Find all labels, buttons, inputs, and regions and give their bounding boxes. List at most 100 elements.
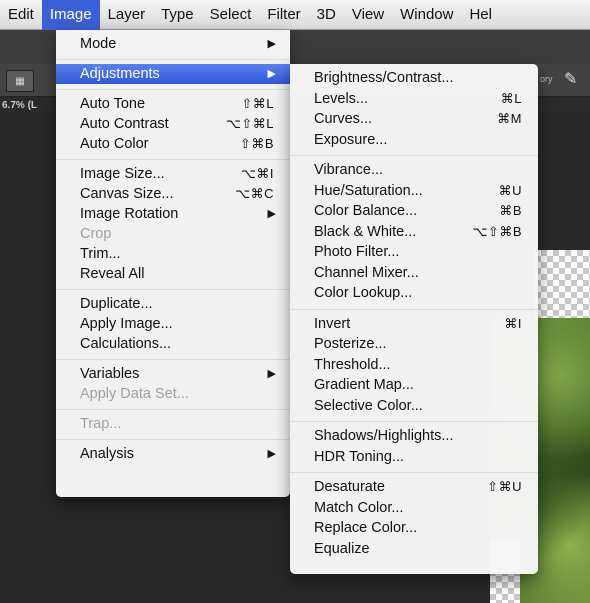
menu-item-exposure[interactable]: Exposure...	[290, 130, 538, 151]
menu-item-hdr-toning[interactable]: HDR Toning...	[290, 447, 538, 468]
menu-item-auto-contrast[interactable]: Auto Contrast ⌥⇧⌘L	[56, 114, 290, 134]
menu-item-replace-color[interactable]: Replace Color...	[290, 518, 538, 539]
menu-item-label: Photo Filter...	[314, 244, 400, 260]
menu-item-shortcut: ⌘U	[498, 182, 522, 198]
menu-item-label: Reveal All	[80, 266, 145, 282]
menu-item-label: Shadows/Highlights...	[314, 428, 454, 444]
menu-item-auto-color[interactable]: Auto Color ⇧⌘B	[56, 134, 290, 154]
menu-item-label: Apply Image...	[80, 316, 173, 332]
menubar-3d[interactable]: 3D	[309, 0, 344, 30]
menu-item-image-rotation[interactable]: Image Rotation ▶	[56, 204, 290, 224]
menu-item-gradient-map[interactable]: Gradient Map...	[290, 375, 538, 396]
menu-item-apply-data-set: Apply Data Set...	[56, 384, 290, 404]
menu-item-duplicate[interactable]: Duplicate...	[56, 294, 290, 314]
menu-item-shortcut: ⌘L	[500, 90, 522, 106]
menubar-image[interactable]: Image	[41, 0, 100, 30]
menu-item-levels[interactable]: Levels... ⌘L	[290, 89, 538, 110]
menu-item-label: Desaturate	[314, 479, 385, 495]
menu-item-color-lookup[interactable]: Color Lookup...	[290, 283, 538, 304]
menu-item-invert[interactable]: Invert ⌘I	[290, 314, 538, 335]
menu-bar: Edit Image Layer Type Select Filter 3D View Wind…	[0, 0, 590, 30]
submenu-arrow-icon: ▶	[267, 368, 276, 380]
submenu-arrow-icon: ▶	[267, 448, 276, 460]
menu-item-posterize[interactable]: Posterize...	[290, 334, 538, 355]
menubar-edit[interactable]: Edit	[0, 0, 42, 30]
menu-separator	[56, 89, 290, 90]
menu-item-photo-filter[interactable]: Photo Filter...	[290, 242, 538, 263]
menu-item-label: Hue/Saturation...	[314, 182, 423, 199]
menu-item-label: Auto Contrast	[80, 116, 169, 132]
menu-item-trim[interactable]: Trim...	[56, 244, 290, 264]
menubar-hel[interactable]: Hel	[461, 0, 500, 30]
menu-item-label: Image Rotation	[80, 206, 179, 222]
submenu-arrow-icon: ▶	[267, 208, 276, 220]
menu-separator	[56, 59, 290, 60]
menu-separator	[56, 289, 290, 290]
menu-item-vibrance[interactable]: Vibrance...	[290, 160, 538, 181]
menu-item-label: Color Lookup...	[314, 285, 413, 301]
menu-item-label: Curves...	[314, 111, 373, 127]
menu-item-shortcut: ⌥⌘I	[240, 166, 274, 181]
menu-item-label: Canvas Size...	[80, 186, 174, 202]
menu-item-shortcut: ⇧⌘B	[239, 136, 274, 151]
menu-item-reveal-all[interactable]: Reveal All	[56, 264, 290, 284]
menu-item-variables[interactable]: Variables ▶	[56, 364, 290, 384]
menu-item-channel-mixer[interactable]: Channel Mixer...	[290, 263, 538, 284]
menu-item-label: Invert	[314, 315, 351, 332]
document-tab[interactable]: 6.7% (L	[2, 100, 37, 111]
menu-item-adjustments[interactable]: Adjustments ▶	[56, 64, 290, 84]
menu-item-brightness-contrast[interactable]: Brightness/Contrast...	[290, 68, 538, 89]
menu-item-apply-image[interactable]: Apply Image...	[56, 314, 290, 334]
menu-item-label: Gradient Map...	[314, 377, 414, 393]
menu-item-label: Vibrance...	[314, 162, 384, 178]
menu-item-curves[interactable]: Curves... ⌘M	[290, 109, 538, 130]
menu-item-desaturate[interactable]: Desaturate ⇧⌘U	[290, 477, 538, 498]
tool-preset-icon[interactable]: ▦	[6, 70, 34, 92]
menu-item-shortcut: ⇧⌘U	[487, 479, 522, 494]
image-menu: Mode ▶ Adjustments ▶ Auto Tone ⇧⌘L Auto Contra…	[56, 30, 290, 497]
menu-item-label: Apply Data Set...	[80, 386, 189, 402]
menu-item-auto-tone[interactable]: Auto Tone ⇧⌘L	[56, 94, 290, 114]
menu-item-label: Channel Mixer...	[314, 264, 419, 281]
menu-item-mode[interactable]: Mode ▶	[56, 34, 290, 54]
menu-item-selective-color[interactable]: Selective Color...	[290, 396, 538, 417]
menu-item-label: Trim...	[80, 246, 121, 262]
menu-item-label: Match Color...	[314, 499, 404, 516]
menu-item-black-white[interactable]: Black & White... ⌥⇧⌘B	[290, 222, 538, 243]
menubar-layer[interactable]: Layer	[100, 0, 154, 30]
menubar-filter[interactable]: Filter	[259, 0, 308, 30]
menu-item-label: Selective Color...	[314, 397, 423, 414]
menu-item-label: Calculations...	[80, 336, 172, 352]
menu-item-canvas-size[interactable]: Canvas Size... ⌥⌘C	[56, 184, 290, 204]
menu-item-label: Auto Tone	[80, 96, 146, 112]
menu-separator	[290, 472, 538, 473]
menu-item-label: Black & White...	[314, 223, 417, 240]
menu-item-analysis[interactable]: Analysis ▶	[56, 444, 290, 464]
menubar-select[interactable]: Select	[202, 0, 260, 30]
menu-item-threshold[interactable]: Threshold...	[290, 355, 538, 376]
menu-item-label: Color Balance...	[314, 203, 418, 219]
menu-item-shadows-highlights[interactable]: Shadows/Highlights...	[290, 426, 538, 447]
menu-item-calculations[interactable]: Calculations...	[56, 334, 290, 354]
menu-item-label: Brightness/Contrast...	[314, 70, 454, 86]
menubar-window[interactable]: Window	[392, 0, 461, 30]
menu-item-label: Analysis	[80, 446, 134, 462]
menu-item-equalize[interactable]: Equalize	[290, 539, 538, 560]
menubar-view[interactable]: View	[344, 0, 392, 30]
menu-item-shortcut: ⌘I	[504, 315, 522, 331]
brush-icon[interactable]: ✎	[564, 69, 577, 89]
submenu-arrow-icon: ▶	[267, 38, 276, 50]
menu-item-shortcut: ⌘M	[497, 111, 522, 126]
menu-item-hue-saturation[interactable]: Hue/Saturation... ⌘U	[290, 181, 538, 202]
menu-item-match-color[interactable]: Match Color...	[290, 498, 538, 519]
menu-item-label: Auto Color	[80, 136, 149, 152]
menu-item-shortcut: ⌥⇧⌘B	[472, 223, 522, 239]
menu-item-color-balance[interactable]: Color Balance... ⌘B	[290, 201, 538, 222]
menu-item-label: Trap...	[80, 416, 122, 432]
menu-separator	[290, 155, 538, 156]
menu-item-label: Image Size...	[80, 166, 165, 182]
menu-item-label: Exposure...	[314, 131, 388, 148]
menu-item-image-size[interactable]: Image Size... ⌥⌘I	[56, 164, 290, 184]
menubar-type[interactable]: Type	[153, 0, 202, 30]
menu-separator	[56, 409, 290, 410]
